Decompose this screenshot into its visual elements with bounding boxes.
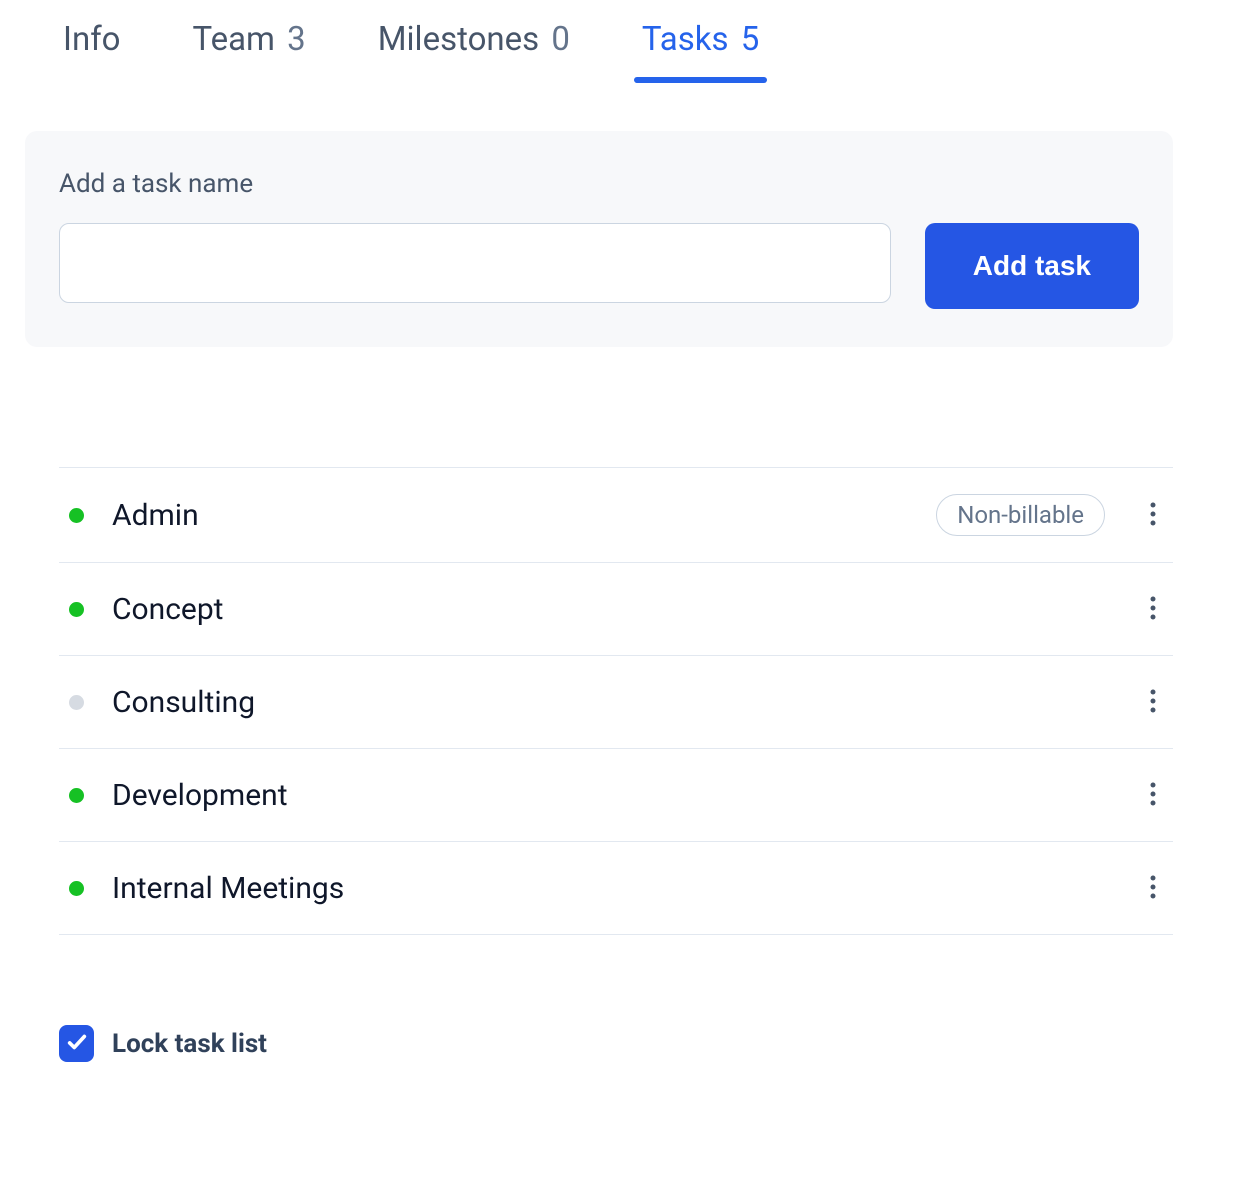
tab-label: Milestones xyxy=(378,20,539,59)
tabs-nav: Info Team 3 Milestones 0 Tasks 5 xyxy=(25,20,1173,83)
status-dot-icon xyxy=(69,788,84,803)
tab-count: 3 xyxy=(287,20,306,59)
status-dot-icon xyxy=(69,508,84,523)
task-name-input[interactable] xyxy=(59,223,891,303)
check-icon xyxy=(66,1031,88,1057)
tab-label: Info xyxy=(63,20,121,59)
task-more-button[interactable] xyxy=(1133,495,1173,535)
task-name: Consulting xyxy=(112,685,1105,720)
task-name: Internal Meetings xyxy=(112,871,1105,906)
more-vertical-icon xyxy=(1150,502,1156,529)
task-list: Admin Non-billable Concept Consulting De… xyxy=(59,467,1173,935)
more-vertical-icon xyxy=(1150,875,1156,902)
more-vertical-icon xyxy=(1150,596,1156,623)
task-row[interactable]: Internal Meetings xyxy=(59,842,1173,935)
add-task-button[interactable]: Add task xyxy=(925,223,1139,309)
add-task-label: Add a task name xyxy=(59,169,1139,199)
tab-label: Tasks xyxy=(642,20,729,59)
lock-task-list-checkbox[interactable] xyxy=(59,1025,94,1062)
task-more-button[interactable] xyxy=(1133,589,1173,629)
tab-count: 0 xyxy=(551,20,570,59)
task-more-button[interactable] xyxy=(1133,682,1173,722)
more-vertical-icon xyxy=(1150,689,1156,716)
task-row[interactable]: Consulting xyxy=(59,656,1173,749)
status-dot-icon xyxy=(69,602,84,617)
status-dot-icon xyxy=(69,881,84,896)
lock-task-list-row: Lock task list xyxy=(59,1025,1173,1062)
tab-count: 5 xyxy=(741,20,760,59)
more-vertical-icon xyxy=(1150,782,1156,809)
task-row[interactable]: Development xyxy=(59,749,1173,842)
task-name: Admin xyxy=(112,498,908,533)
task-more-button[interactable] xyxy=(1133,868,1173,908)
billable-badge: Non-billable xyxy=(936,494,1105,536)
status-dot-icon xyxy=(69,695,84,710)
tab-milestones[interactable]: Milestones 0 xyxy=(378,20,570,83)
task-row[interactable]: Concept xyxy=(59,563,1173,656)
task-more-button[interactable] xyxy=(1133,775,1173,815)
tab-tasks[interactable]: Tasks 5 xyxy=(642,20,759,83)
tab-label: Team xyxy=(193,20,275,59)
add-task-panel: Add a task name Add task xyxy=(25,131,1173,347)
task-row[interactable]: Admin Non-billable xyxy=(59,468,1173,563)
lock-task-list-label: Lock task list xyxy=(112,1029,267,1059)
add-task-row: Add task xyxy=(59,223,1139,309)
task-name: Development xyxy=(112,778,1105,813)
tab-info[interactable]: Info xyxy=(63,20,121,83)
tab-team[interactable]: Team 3 xyxy=(193,20,306,83)
task-name: Concept xyxy=(112,592,1105,627)
